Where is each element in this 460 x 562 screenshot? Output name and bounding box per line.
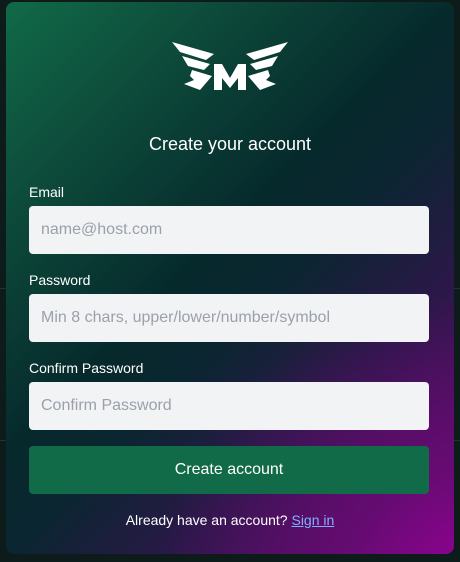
signin-link[interactable]: Sign in (291, 512, 334, 528)
page-title: Create your account (148, 134, 312, 154)
email-label: Email (29, 184, 65, 200)
email-field[interactable] (29, 206, 429, 254)
confirm-password-field[interactable] (29, 382, 429, 430)
winged-m-logo-icon (172, 42, 288, 90)
confirm-password-label: Confirm Password (29, 360, 144, 376)
password-label: Password (29, 272, 91, 288)
signin-prompt-text: Already have an account? (125, 512, 288, 528)
password-field[interactable] (29, 294, 429, 342)
signin-prompt: Already have an account? Sign in (6, 512, 454, 528)
signup-card: Create your account Email Password Confi… (6, 2, 454, 554)
create-account-button[interactable]: Create account (29, 446, 429, 494)
